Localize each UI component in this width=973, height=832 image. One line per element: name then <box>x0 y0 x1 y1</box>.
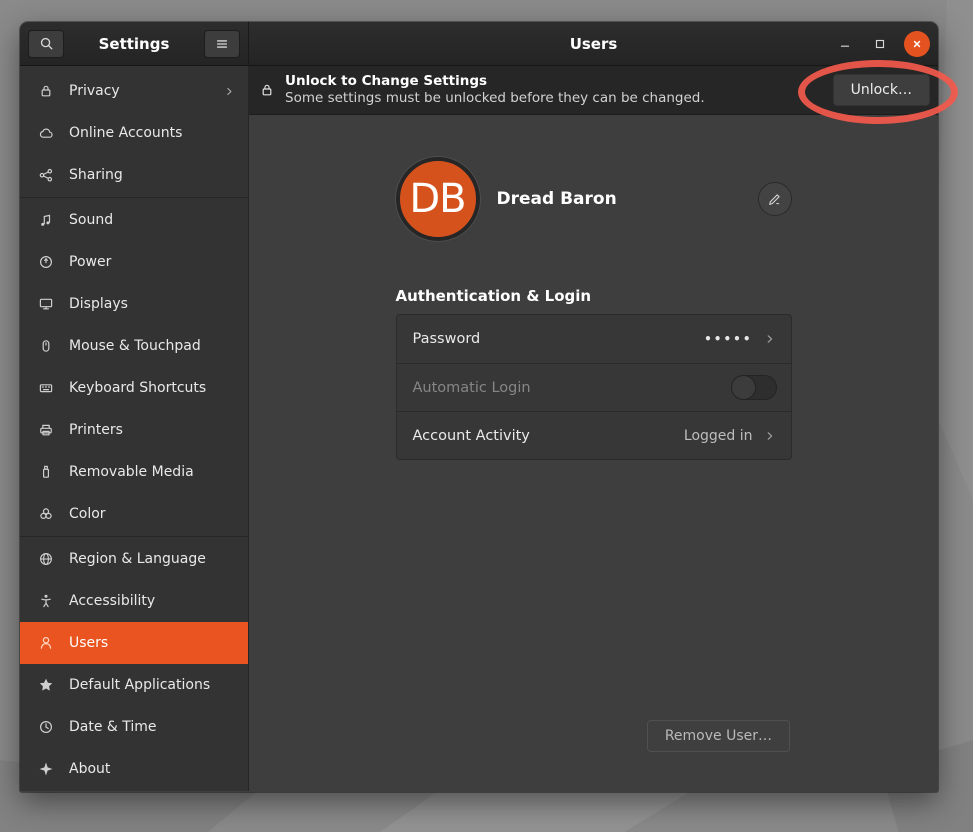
cloud-icon <box>38 125 54 141</box>
sidebar-item-printers[interactable]: Printers <box>20 409 248 451</box>
chevron-right-icon <box>763 332 777 346</box>
accessibility-person-icon <box>38 593 54 609</box>
sidebar-item-about[interactable]: About <box>20 748 248 790</box>
globe-icon <box>38 551 54 567</box>
sidebar-item-displays[interactable]: Displays <box>20 283 248 325</box>
sidebar-item-privacy[interactable]: Privacy <box>20 70 248 112</box>
display-icon <box>38 296 54 312</box>
sidebar-headerbar: Settings <box>20 22 249 65</box>
unlock-button[interactable]: Unlock… <box>833 74 930 106</box>
chevron-right-icon <box>763 429 777 443</box>
account-activity-row[interactable]: Account Activity Logged in <box>397 411 791 459</box>
password-row[interactable]: Password ••••• <box>397 315 791 363</box>
sidebar-item-mouse-touchpad[interactable]: Mouse & Touchpad <box>20 325 248 367</box>
banner-title: Unlock to Change Settings <box>285 73 833 90</box>
auth-section-title: Authentication & Login <box>396 287 792 305</box>
user-avatar[interactable]: DB <box>396 157 480 241</box>
sidebar: Privacy Online Accounts Sharing Sound Po… <box>20 66 249 791</box>
maximize-button[interactable] <box>869 33 891 55</box>
sidebar-item-keyboard-shortcuts[interactable]: Keyboard Shortcuts <box>20 367 248 409</box>
music-note-icon <box>38 212 54 228</box>
flash-drive-icon <box>38 464 54 480</box>
pencil-icon <box>767 192 782 207</box>
user-page: DB Dread Baron Authentication & Login Pa… <box>396 115 792 460</box>
sidebar-item-sound[interactable]: Sound <box>20 199 248 241</box>
close-button[interactable] <box>904 31 930 57</box>
search-button[interactable] <box>28 30 64 58</box>
sidebar-item-power[interactable]: Power <box>20 241 248 283</box>
avatar-initials: DB <box>409 176 465 222</box>
clock-icon <box>38 719 54 735</box>
share-icon <box>38 167 54 183</box>
activity-value: Logged in <box>684 428 753 444</box>
mouse-icon <box>38 338 54 354</box>
printer-icon <box>38 422 54 438</box>
sidebar-item-date-time[interactable]: Date & Time <box>20 706 248 748</box>
sidebar-item-online-accounts[interactable]: Online Accounts <box>20 112 248 154</box>
toggle-knob <box>731 375 756 400</box>
page-title: Users <box>570 35 618 53</box>
unlock-banner: Unlock to Change Settings Some settings … <box>249 66 938 115</box>
power-icon <box>38 254 54 270</box>
primary-menu-button[interactable] <box>204 30 240 58</box>
search-icon <box>39 36 54 51</box>
color-circles-icon <box>38 506 54 522</box>
sidebar-separator <box>20 536 248 537</box>
user-icon <box>38 635 54 651</box>
minimize-button[interactable] <box>834 33 856 55</box>
users-panel: Unlock to Change Settings Some settings … <box>249 66 938 791</box>
banner-subtitle: Some settings must be unlocked before th… <box>285 90 833 107</box>
hamburger-menu-icon <box>215 37 229 51</box>
titlebar: Settings Users <box>20 22 938 66</box>
sidebar-item-default-applications[interactable]: Default Applications <box>20 664 248 706</box>
sidebar-item-region-language[interactable]: Region & Language <box>20 538 248 580</box>
password-dots: ••••• <box>704 332 752 346</box>
chevron-right-icon <box>223 85 236 98</box>
settings-window: Settings Users <box>20 22 938 792</box>
settings-title: Settings <box>64 35 204 53</box>
keyboard-icon <box>38 380 54 396</box>
sidebar-item-color[interactable]: Color <box>20 493 248 535</box>
user-name: Dread Baron <box>497 189 758 209</box>
close-icon <box>910 37 924 51</box>
content-headerbar: Users <box>249 22 938 65</box>
automatic-login-toggle[interactable] <box>731 375 777 400</box>
lock-icon <box>38 83 54 99</box>
rename-user-button[interactable] <box>758 182 792 216</box>
window-controls <box>834 22 930 66</box>
lock-icon <box>259 82 275 98</box>
star-icon <box>38 677 54 693</box>
user-header: DB Dread Baron <box>396 157 792 241</box>
sidebar-item-users[interactable]: Users <box>20 622 248 664</box>
sidebar-item-sharing[interactable]: Sharing <box>20 154 248 196</box>
sidebar-item-removable-media[interactable]: Removable Media <box>20 451 248 493</box>
sparkle-icon <box>38 761 54 777</box>
sidebar-separator <box>20 197 248 198</box>
sidebar-item-accessibility[interactable]: Accessibility <box>20 580 248 622</box>
automatic-login-row: Automatic Login <box>397 363 791 411</box>
remove-user-button[interactable]: Remove User… <box>647 720 790 752</box>
auth-rows-group: Password ••••• Automatic Login Account A… <box>396 314 792 460</box>
